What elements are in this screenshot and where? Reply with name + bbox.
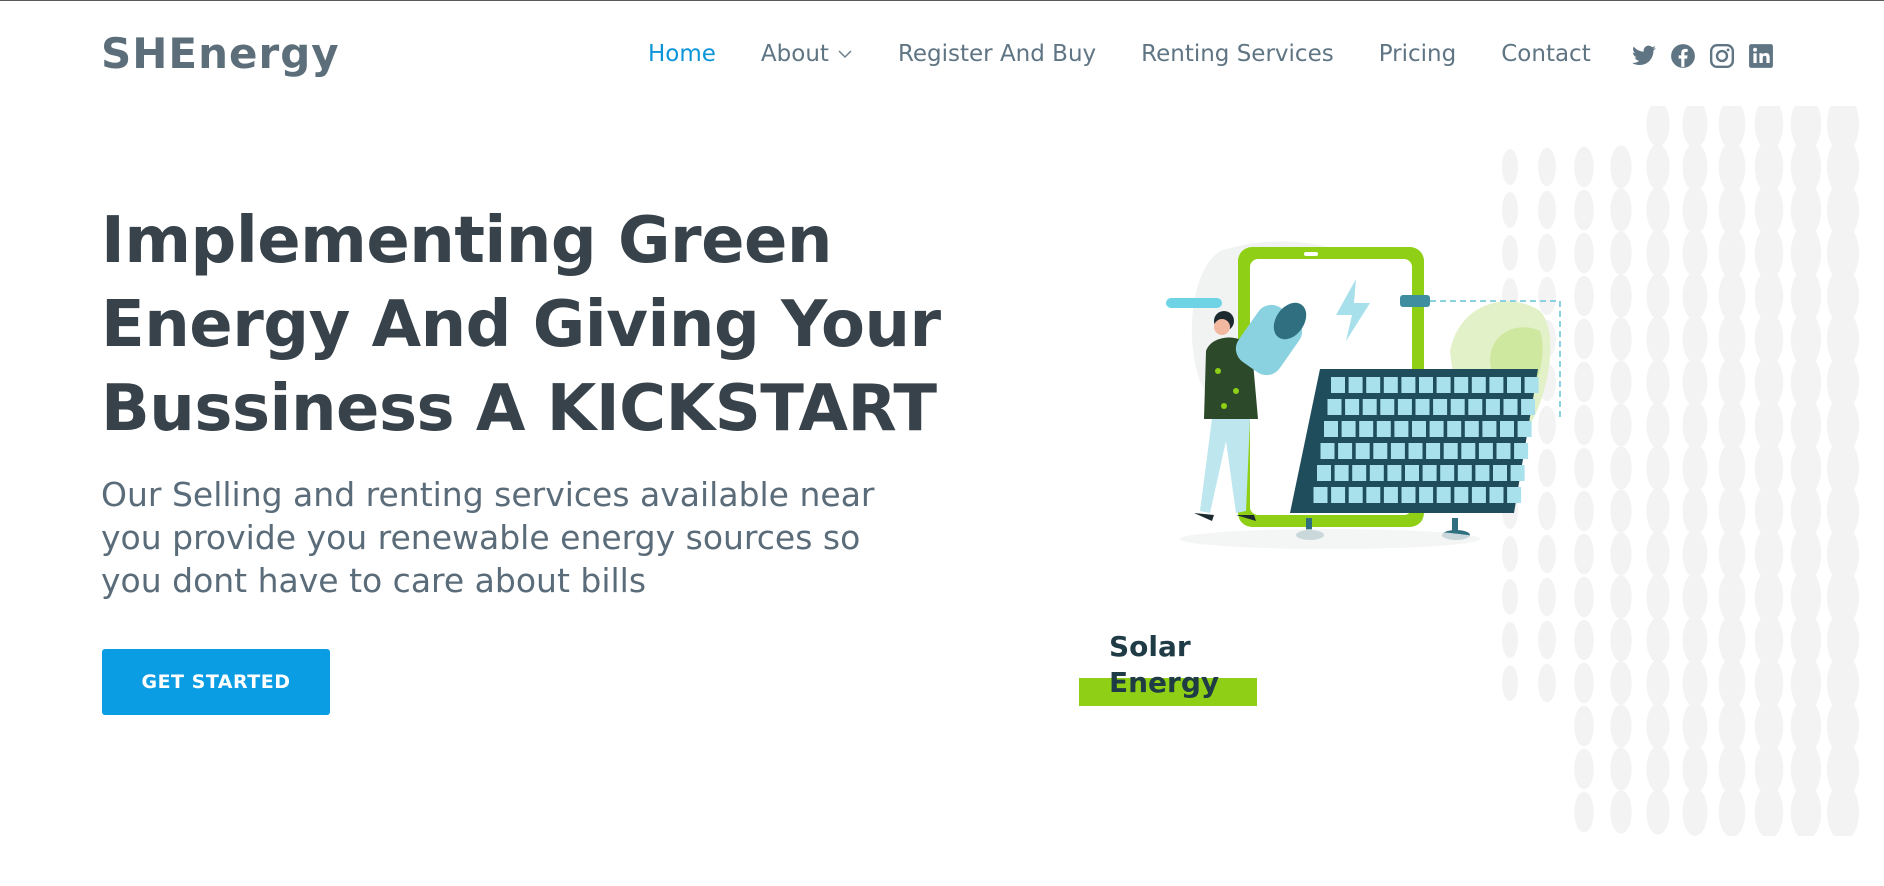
nav-label: Renting Services xyxy=(1141,41,1334,67)
instagram-icon[interactable] xyxy=(1709,43,1735,69)
hero-title: Implementing Green Energy And Giving You… xyxy=(101,204,941,446)
nav-item-contact[interactable]: Contact xyxy=(1501,41,1590,67)
nav-item-pricing[interactable]: Pricing xyxy=(1379,41,1457,67)
nav-label: Home xyxy=(648,41,716,67)
site-header: SHEnergy Home About Register And Buy Ren… xyxy=(0,1,1884,109)
site-logo[interactable]: SHEnergy xyxy=(101,29,340,78)
chevron-down-icon xyxy=(838,50,852,59)
nav-item-home[interactable]: Home xyxy=(648,41,716,67)
nav-item-renting[interactable]: Renting Services xyxy=(1141,41,1334,67)
solar-energy-illustration xyxy=(1166,241,1561,549)
nav-label: About xyxy=(760,41,829,67)
nav-item-about[interactable]: About xyxy=(761,41,853,67)
nav-label: Register And Buy xyxy=(897,41,1097,67)
linkedin-icon[interactable] xyxy=(1748,43,1774,69)
twitter-icon[interactable] xyxy=(1631,43,1657,69)
nav-label: Contact xyxy=(1501,41,1591,67)
facebook-icon[interactable] xyxy=(1670,43,1696,69)
solar-energy-label: Solar Energy xyxy=(1079,627,1259,709)
hero-subtitle: Our Selling and renting services availab… xyxy=(101,475,875,600)
main-nav: Home About Register And Buy Renting Serv… xyxy=(648,41,1636,67)
get-started-button[interactable]: GET STARTED xyxy=(102,649,330,715)
solar-label-text: Solar Energy xyxy=(1109,630,1220,699)
social-links xyxy=(1631,43,1787,69)
nav-item-register[interactable]: Register And Buy xyxy=(898,41,1096,67)
nav-label: Pricing xyxy=(1378,41,1457,67)
